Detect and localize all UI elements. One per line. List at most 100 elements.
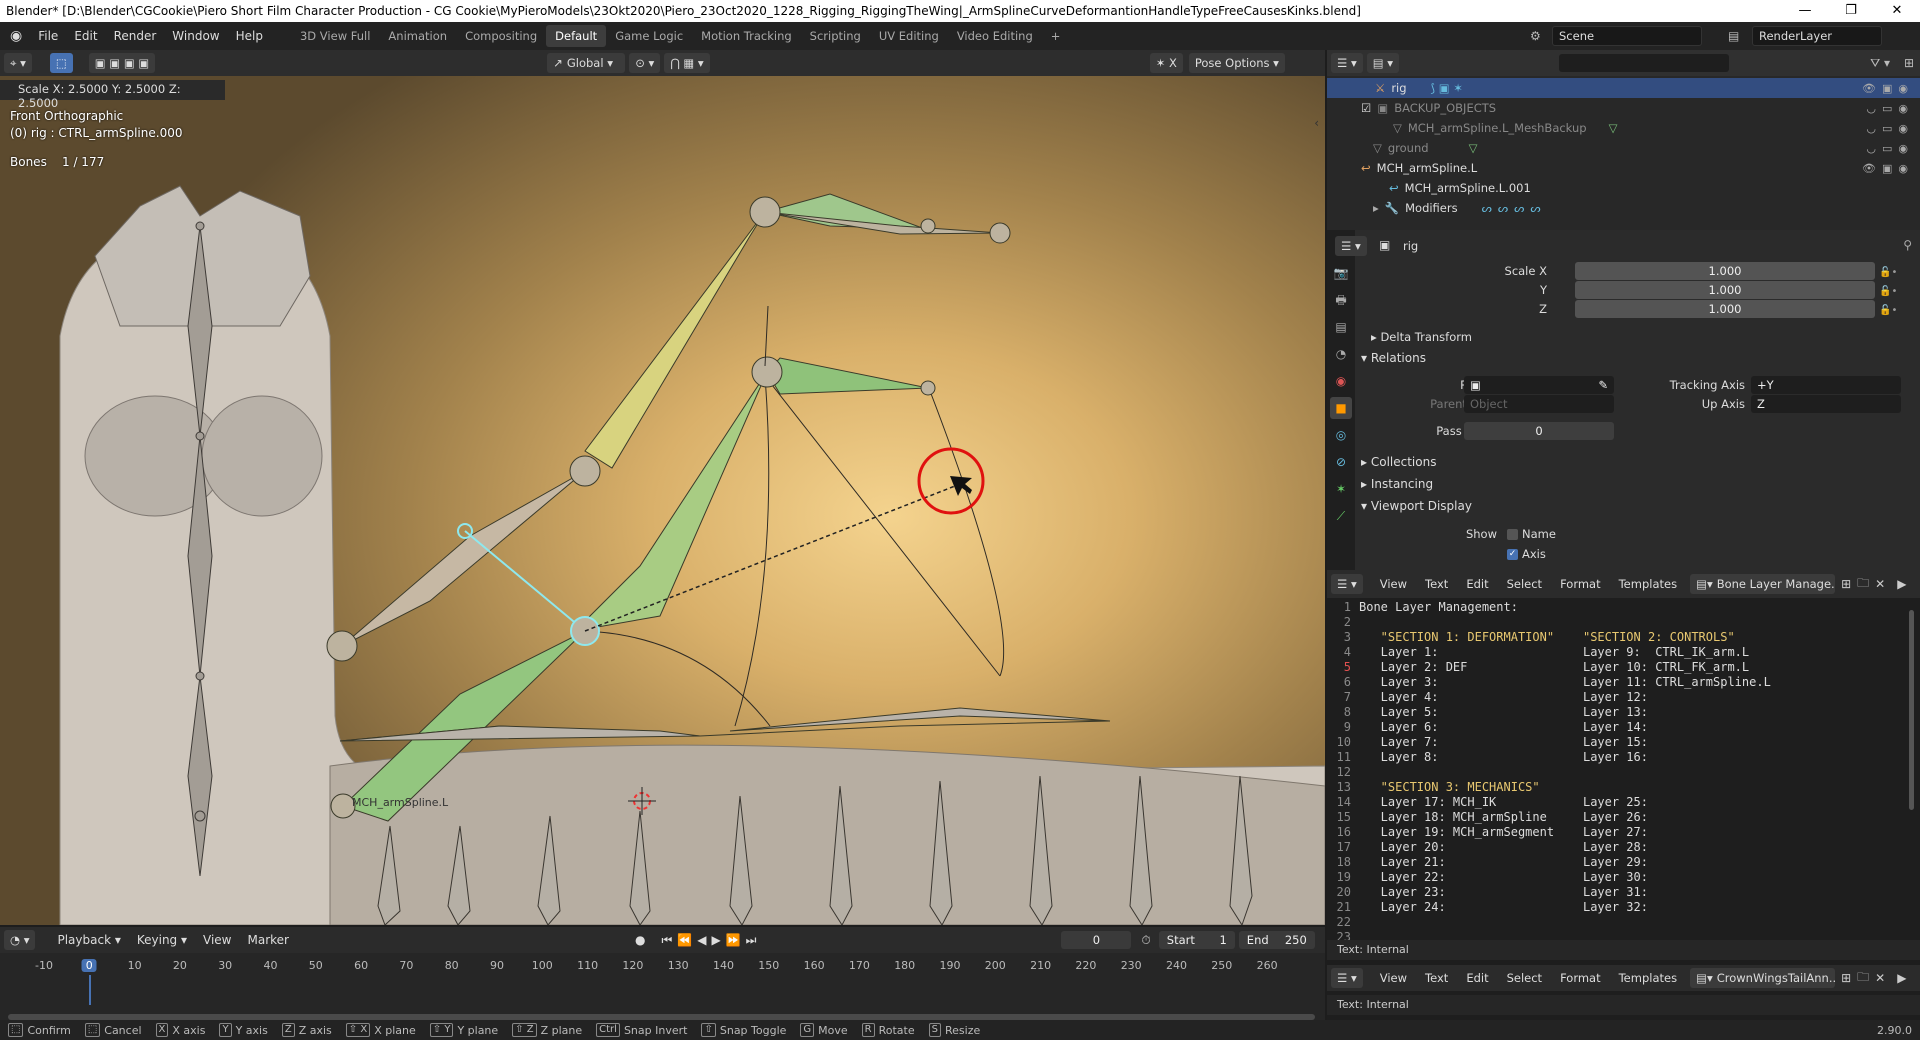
world-tab-icon[interactable]: ◉ bbox=[1330, 370, 1352, 392]
te2-menu-select[interactable]: Select bbox=[1498, 971, 1551, 985]
run-script2-icon[interactable]: ▶ bbox=[1897, 971, 1906, 985]
menu-render[interactable]: Render bbox=[106, 29, 165, 43]
timeline-menu-playback[interactable]: Playback ▾ bbox=[49, 933, 128, 947]
pin-icon[interactable]: ⚲ bbox=[1903, 238, 1912, 252]
te-menu-text[interactable]: Text bbox=[1416, 577, 1457, 591]
pass-index-field[interactable]: 0 bbox=[1464, 422, 1614, 440]
te-menu-select[interactable]: Select bbox=[1498, 577, 1551, 591]
menu-window[interactable]: Window bbox=[164, 29, 227, 43]
show-axis-checkbox[interactable]: ✓ Axis bbox=[1507, 547, 1546, 561]
data-tab-icon[interactable]: ✶ bbox=[1330, 478, 1352, 500]
expand-arrow-icon[interactable]: ▸ bbox=[1373, 201, 1379, 215]
pivot-icon[interactable]: ⊙ ▾ bbox=[629, 53, 661, 73]
pose-options-dropdown[interactable]: Pose Options ▾ bbox=[1188, 53, 1285, 73]
te-menu-templates[interactable]: Templates bbox=[1610, 577, 1686, 591]
scale-z-field[interactable]: 1.000 bbox=[1575, 300, 1875, 318]
display-mode-dropdown[interactable]: ▤ ▾ bbox=[1366, 53, 1400, 73]
outliner-row-mch-armspline[interactable]: ↩ MCH_armSpline.L 👁▣◉ bbox=[1327, 158, 1920, 178]
orientation-dropdown[interactable]: ↗ Global ▾ bbox=[547, 53, 626, 73]
close-button[interactable]: ✕ bbox=[1874, 0, 1920, 22]
new-text-icon[interactable]: ⊞ bbox=[1841, 577, 1851, 591]
maximize-button[interactable]: ❐ bbox=[1828, 0, 1874, 22]
scale-y-field[interactable]: 1.000 bbox=[1575, 281, 1875, 299]
text-datablock-field[interactable]: ▤▾ Bone Layer Manage... bbox=[1690, 574, 1836, 594]
collapse-arrow-icon[interactable]: ‹ bbox=[1314, 116, 1319, 130]
te2-menu-edit[interactable]: Edit bbox=[1457, 971, 1497, 985]
bone-tab-icon[interactable]: ⟋ bbox=[1330, 505, 1352, 527]
collections-panel[interactable]: ▸ Collections bbox=[1361, 455, 1436, 469]
visibility-icons[interactable]: 👁▣◉ bbox=[1862, 162, 1914, 175]
filter-icon[interactable]: ⛛ ▾ bbox=[1870, 56, 1890, 71]
parent-field[interactable]: ▣ ✎ bbox=[1464, 376, 1614, 394]
te-menu-edit[interactable]: Edit bbox=[1457, 577, 1497, 591]
record-icon[interactable]: ● bbox=[635, 933, 645, 947]
outliner-row-rig[interactable]: ⚔ rig ⟆ ▣ ✶ 👁▣◉ bbox=[1327, 78, 1920, 98]
outliner-row-backup-objects[interactable]: ☑ ▣ BACKUP_OBJECTS ◡▭◉ bbox=[1327, 98, 1920, 118]
visibility-icons[interactable]: 👁▣◉ bbox=[1862, 82, 1914, 95]
new-text2-icon[interactable]: ⊞ bbox=[1841, 971, 1851, 985]
tab-animation[interactable]: Animation bbox=[379, 25, 456, 47]
te-menu-format[interactable]: Format bbox=[1551, 577, 1610, 591]
tab-scripting[interactable]: Scripting bbox=[801, 25, 870, 47]
outliner-row-modifiers[interactable]: ▸ 🔧 Modifiers ᔕᔕᔕᔕ bbox=[1327, 198, 1920, 218]
open-text2-icon[interactable]: 🗀 bbox=[1857, 968, 1869, 989]
te2-menu-view[interactable]: View bbox=[1371, 971, 1416, 985]
timeline-menu-view[interactable]: View bbox=[195, 933, 239, 947]
select-mode-icons[interactable]: ▣ ▣ ▣ ▣ bbox=[88, 53, 156, 73]
tab-video-editing[interactable]: Video Editing bbox=[948, 25, 1042, 47]
visibility-icons[interactable]: ◡▭◉ bbox=[1866, 122, 1914, 135]
outliner-row-ground[interactable]: ▽ ground ▽ ◡▭◉ bbox=[1327, 138, 1920, 158]
parent-type-dropdown[interactable]: Object bbox=[1464, 395, 1614, 413]
timeline-menu-keying[interactable]: Keying ▾ bbox=[129, 933, 195, 947]
outliner-row-meshbackup[interactable]: ▽ MCH_armSpline.L_MeshBackup ▽ ◡▭◉ bbox=[1327, 118, 1920, 138]
checkbox-icon[interactable]: ☑ bbox=[1361, 101, 1371, 115]
te2-menu-templates[interactable]: Templates bbox=[1610, 971, 1686, 985]
editor-type-button[interactable]: ⌖ ▾ bbox=[4, 53, 32, 73]
unlink-text2-icon[interactable]: ✕ bbox=[1875, 971, 1885, 985]
text2-datablock-field[interactable]: ▤▾ CrownWingsTailAnn... bbox=[1690, 968, 1836, 988]
relations-panel[interactable]: ▾ Relations bbox=[1361, 351, 1426, 365]
tab-motion-tracking[interactable]: Motion Tracking bbox=[692, 25, 801, 47]
text-scrollbar[interactable] bbox=[1909, 610, 1914, 810]
select-tool-icon[interactable]: ⬚ bbox=[49, 53, 73, 73]
menu-file[interactable]: File bbox=[30, 29, 66, 43]
tab-default[interactable]: Default bbox=[546, 25, 607, 47]
tracking-axis-dropdown[interactable]: +Y bbox=[1751, 376, 1901, 394]
run-script-icon[interactable]: ▶ bbox=[1897, 577, 1906, 591]
outliner-search-input[interactable] bbox=[1559, 54, 1730, 72]
show-name-checkbox[interactable]: Name bbox=[1507, 527, 1556, 541]
outliner-row-mch-armspline-001[interactable]: ↩ MCH_armSpline.L.001 bbox=[1327, 178, 1920, 198]
unlink-text-icon[interactable]: ✕ bbox=[1875, 577, 1885, 591]
lock-icons[interactable]: 🔓• 🔓• 🔓• bbox=[1879, 263, 1897, 320]
open-text-icon[interactable]: 🗀 bbox=[1857, 574, 1869, 595]
tab-game-logic[interactable]: Game Logic bbox=[606, 25, 692, 47]
text-editor-2-type[interactable]: ☰ ▾ bbox=[1331, 968, 1363, 988]
props-editor-type[interactable]: ☰ ▾ bbox=[1335, 236, 1367, 256]
text-editor-type[interactable]: ☰ ▾ bbox=[1331, 574, 1363, 594]
delta-transform-panel[interactable]: ▸ Delta Transform bbox=[1371, 330, 1472, 344]
render-tab-icon[interactable]: 📷 bbox=[1330, 262, 1352, 284]
te-menu-view[interactable]: View bbox=[1371, 577, 1416, 591]
end-frame-field[interactable]: End 250 bbox=[1238, 931, 1315, 949]
3d-viewport[interactable]: Scale X: 2.5000 Y: 2.5000 Z: 2.5000 Fron… bbox=[0, 76, 1325, 925]
physics-tab-icon[interactable]: ◎ bbox=[1330, 424, 1352, 446]
start-frame-field[interactable]: Start 1 bbox=[1158, 931, 1235, 949]
tab-3d-view-full[interactable]: 3D View Full bbox=[291, 25, 379, 47]
tab-compositing[interactable]: Compositing bbox=[456, 25, 546, 47]
timeline-editor-type[interactable]: ◔ ▾ bbox=[4, 930, 36, 950]
view-layer-tab-icon[interactable]: ▤ bbox=[1330, 316, 1352, 338]
up-axis-dropdown[interactable]: Z bbox=[1751, 395, 1901, 413]
minimize-button[interactable]: — bbox=[1782, 0, 1828, 22]
scene-tab-icon[interactable]: ◔ bbox=[1330, 343, 1352, 365]
blender-logo-icon[interactable]: ◉ bbox=[0, 28, 30, 44]
visibility-icons[interactable]: ◡▭◉ bbox=[1866, 142, 1914, 155]
outliner-editor-type[interactable]: ☰ ▾ bbox=[1331, 53, 1363, 73]
playback-controls-icons[interactable]: ⏮⏪◀▶⏩⏭ bbox=[661, 933, 761, 948]
instancing-panel[interactable]: ▸ Instancing bbox=[1361, 477, 1433, 491]
snap-icon[interactable]: ⋂ ▦ ▾ bbox=[664, 53, 710, 73]
scale-x-field[interactable]: 1.000 bbox=[1575, 262, 1875, 280]
viewport-display-panel[interactable]: ▾ Viewport Display bbox=[1361, 499, 1472, 513]
code-area[interactable]: 1 Bone Layer Management: 2 3 "SECTION 1: DE… bbox=[1327, 598, 1907, 944]
te2-menu-text[interactable]: Text bbox=[1416, 971, 1457, 985]
scene-field[interactable]: Scene bbox=[1552, 26, 1702, 46]
